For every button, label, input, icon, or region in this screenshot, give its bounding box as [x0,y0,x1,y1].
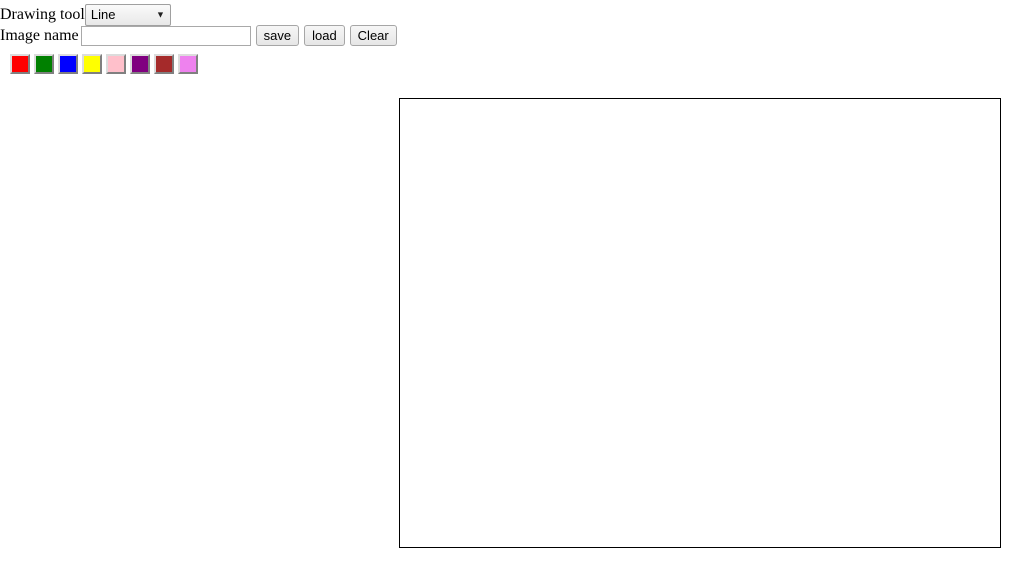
color-swatch-violet[interactable] [178,54,198,74]
image-name-input[interactable] [80,25,251,46]
save-button[interactable]: save [255,25,300,46]
drawing-canvas[interactable] [399,98,1001,548]
color-swatch-blue[interactable] [58,54,78,74]
color-palette [10,54,397,74]
drawing-tool-label: Drawing tool [0,5,85,23]
color-swatch-green[interactable] [34,54,54,74]
drawing-tool-selected-value: Line [90,6,116,22]
toolbar: Drawing tool Line ▼ Image name save load… [0,0,397,74]
image-name-row: Image name save load Clear [0,25,397,46]
drawing-tool-select[interactable]: Line ▼ [84,3,171,26]
color-swatch-yellow[interactable] [82,54,102,74]
image-name-label: Image name [0,26,79,44]
chevron-down-icon: ▼ [155,9,165,19]
color-swatch-red[interactable] [10,54,30,74]
drawing-tool-row: Drawing tool Line ▼ [0,3,397,26]
color-swatch-pink[interactable] [106,54,126,74]
load-button[interactable]: load [304,25,345,46]
color-swatch-purple[interactable] [130,54,150,74]
clear-button[interactable]: Clear [349,25,397,46]
color-swatch-brown[interactable] [154,54,174,74]
